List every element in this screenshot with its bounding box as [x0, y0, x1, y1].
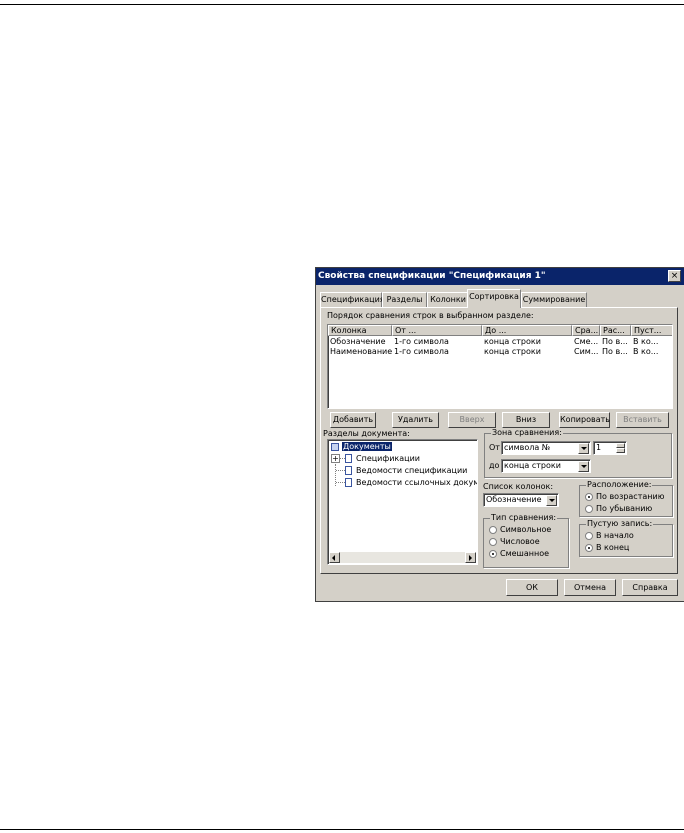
spec-properties-dialog: Свойства спецификации "Спецификация 1" ×…: [315, 267, 684, 602]
tab-sorting[interactable]: Сортировка: [467, 289, 521, 308]
chevron-down-icon[interactable]: [578, 443, 589, 454]
cancel-button[interactable]: Отмена: [564, 579, 616, 596]
radio-mixed[interactable]: [489, 550, 497, 558]
table-row-1-column[interactable]: Обозначение: [330, 337, 392, 346]
from-label: От: [489, 443, 500, 452]
tree-item-spec-sheets[interactable]: Ведомости спецификации: [356, 466, 467, 475]
symbol-number-stepper[interactable]: 1: [593, 441, 627, 455]
radio-ascending[interactable]: [585, 493, 593, 501]
header-empty[interactable]: Пуст...: [631, 325, 672, 336]
header-arrange[interactable]: Рас...: [600, 325, 631, 336]
bottom-rule: [0, 829, 684, 830]
spin-value: 1: [596, 443, 602, 452]
tree-item-reference-sheets[interactable]: Ведомости ссылочных докум: [356, 478, 477, 487]
sections-tree[interactable]: Документы + Спецификации Ведомости специ…: [327, 439, 478, 565]
arrangement-group: Расположение: По возрастанию По убыванию: [579, 480, 673, 517]
to-select[interactable]: конца строки: [501, 459, 591, 473]
header-compare[interactable]: Сра...: [572, 325, 600, 336]
document-icon: [345, 466, 352, 475]
tab-sections[interactable]: Разделы: [382, 292, 427, 307]
option-at-end[interactable]: В конец: [596, 543, 629, 552]
option-symbolic[interactable]: Символьное: [500, 525, 551, 534]
option-numeric[interactable]: Числовое: [500, 537, 540, 546]
option-descending[interactable]: По убыванию: [596, 504, 652, 513]
option-at-start[interactable]: В начало: [596, 531, 634, 540]
table-row-1-compare[interactable]: Сме...: [574, 337, 600, 346]
tree-item-documents[interactable]: Документы: [342, 442, 392, 451]
table-row-2-arrange[interactable]: По в...: [602, 347, 630, 356]
paste-button[interactable]: Вставить: [616, 412, 669, 428]
header-column[interactable]: Колонка: [328, 325, 392, 336]
columns-value: Обозначение: [486, 495, 542, 504]
radio-at-end[interactable]: [585, 544, 593, 552]
table-row-2-compare[interactable]: Сим...: [574, 347, 600, 356]
radio-descending[interactable]: [585, 505, 593, 513]
empty-record-title: Пустую запись:: [586, 519, 654, 528]
table-row-2-from[interactable]: 1-го символа: [394, 347, 480, 356]
expand-icon[interactable]: +: [331, 454, 340, 463]
table-row-1-empty[interactable]: В ко...: [633, 337, 671, 346]
tab-columns[interactable]: Колонки: [427, 292, 469, 307]
header-from[interactable]: От ...: [392, 325, 482, 336]
radio-at-start[interactable]: [585, 532, 593, 540]
from-value: символа №: [504, 443, 551, 452]
table-row-1-from[interactable]: 1-го символа: [394, 337, 480, 346]
tab-summation[interactable]: Суммирование: [521, 292, 587, 307]
documents-icon: [331, 443, 339, 451]
horizontal-scrollbar[interactable]: [329, 552, 476, 563]
delete-button[interactable]: Удалить: [392, 412, 439, 428]
close-icon[interactable]: ×: [668, 270, 681, 282]
compare-type-group: Тип сравнения: Символьное Числовое Смеша…: [483, 513, 569, 568]
document-icon: [345, 478, 352, 487]
comparison-zone-title: Зона сравнения:: [491, 428, 563, 437]
to-value: конца строки: [504, 461, 561, 470]
option-ascending[interactable]: По возрастанию: [596, 492, 664, 501]
chevron-down-icon[interactable]: [578, 461, 589, 472]
table-row-2-to[interactable]: конца строки: [484, 347, 570, 356]
ok-button[interactable]: ОК: [506, 579, 558, 596]
table-row-2-empty[interactable]: В ко...: [633, 347, 671, 356]
scroll-right-icon[interactable]: [465, 552, 476, 563]
columns-select[interactable]: Обозначение: [483, 493, 559, 507]
table-row-1-arrange[interactable]: По в...: [602, 337, 630, 346]
spin-down-icon[interactable]: [616, 448, 625, 453]
arrangement-title: Расположение:: [586, 480, 653, 489]
copy-button[interactable]: Копировать: [559, 412, 610, 428]
tree-connector: [336, 482, 345, 484]
compare-type-title: Тип сравнения:: [490, 513, 558, 522]
tree-connector: [336, 470, 345, 472]
document-icon: [345, 454, 352, 463]
tree-item-specifications[interactable]: Спецификации: [356, 454, 420, 463]
sorting-panel: Порядок сравнения строк в выбранном разд…: [320, 307, 678, 574]
header-to[interactable]: До ...: [482, 325, 572, 336]
radio-symbolic[interactable]: [489, 526, 497, 534]
radio-numeric[interactable]: [489, 538, 497, 546]
down-button[interactable]: Вниз: [502, 412, 550, 428]
option-mixed[interactable]: Смешанное: [500, 549, 549, 558]
add-button[interactable]: Добавить: [330, 412, 376, 428]
empty-record-group: Пустую запись: В начало В конец: [579, 519, 673, 557]
top-rule: [0, 4, 684, 5]
to-label: до: [489, 461, 500, 470]
sort-order-table[interactable]: Колонка От ... До ... Сра... Рас... Пуст…: [327, 324, 673, 409]
tab-specification[interactable]: Спецификация: [320, 292, 385, 307]
order-label: Порядок сравнения строк в выбранном разд…: [327, 311, 534, 320]
from-select[interactable]: символа №: [501, 441, 591, 455]
help-button[interactable]: Справка: [622, 579, 678, 596]
scroll-left-icon[interactable]: [329, 552, 340, 563]
up-button[interactable]: Вверх: [448, 412, 496, 428]
comparison-zone-group: Зона сравнения: От символа № 1 до конца …: [484, 428, 672, 478]
dialog-title: Свойства спецификации "Спецификация 1": [316, 268, 684, 285]
table-row-1-to[interactable]: конца строки: [484, 337, 570, 346]
table-row-2-column[interactable]: Наименование: [330, 347, 394, 356]
columns-list-label: Список колонок:: [483, 482, 554, 491]
chevron-down-icon[interactable]: [546, 495, 557, 506]
sections-label: Разделы документа:: [323, 429, 410, 438]
